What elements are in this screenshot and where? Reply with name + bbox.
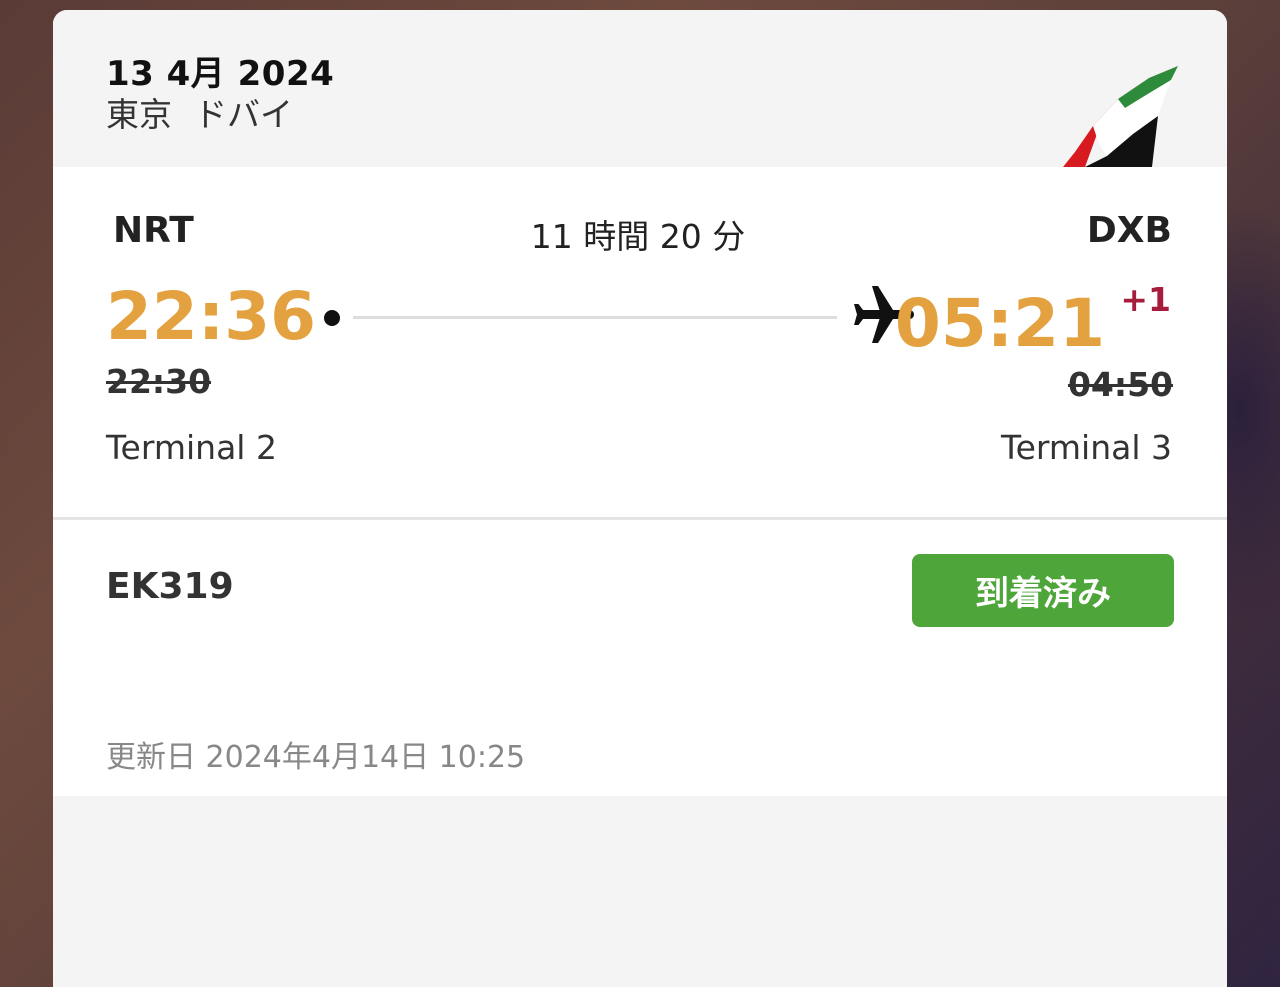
flight-card[interactable]: 13 4月 2024 東京 ドバイ NRT 11 時間 20 分 DXB 22:3…	[53, 10, 1227, 987]
origin-airport-code: NRT	[113, 210, 194, 251]
card-header: 13 4月 2024 東京 ドバイ	[53, 10, 1227, 167]
route-line	[353, 316, 837, 319]
arrival-time: 05:21	[894, 285, 1105, 362]
flight-number: EK319	[106, 566, 234, 607]
route-cities: 東京 ドバイ	[106, 88, 293, 136]
airline-logo-icon	[1063, 66, 1178, 167]
departure-terminal: Terminal 2	[106, 428, 277, 467]
departure-scheduled-time: 22:30	[106, 362, 212, 401]
card-footer	[53, 796, 1227, 987]
flight-duration: 11 時間 20 分	[530, 217, 746, 256]
origin-dot-icon	[324, 310, 340, 326]
destination-airport-code: DXB	[1086, 210, 1172, 251]
last-updated: 更新日 2024年4月14日 10:25	[106, 740, 526, 775]
departure-time: 22:36	[106, 278, 317, 355]
status-badge[interactable]: 到着済み	[912, 554, 1174, 627]
destination-city: ドバイ	[194, 95, 293, 134]
origin-city: 東京	[106, 95, 172, 134]
arrival-scheduled-time: 04:50	[1067, 365, 1173, 404]
divider	[53, 517, 1227, 520]
arrival-day-offset: +1	[1120, 280, 1171, 319]
arrival-terminal: Terminal 3	[1001, 428, 1172, 467]
